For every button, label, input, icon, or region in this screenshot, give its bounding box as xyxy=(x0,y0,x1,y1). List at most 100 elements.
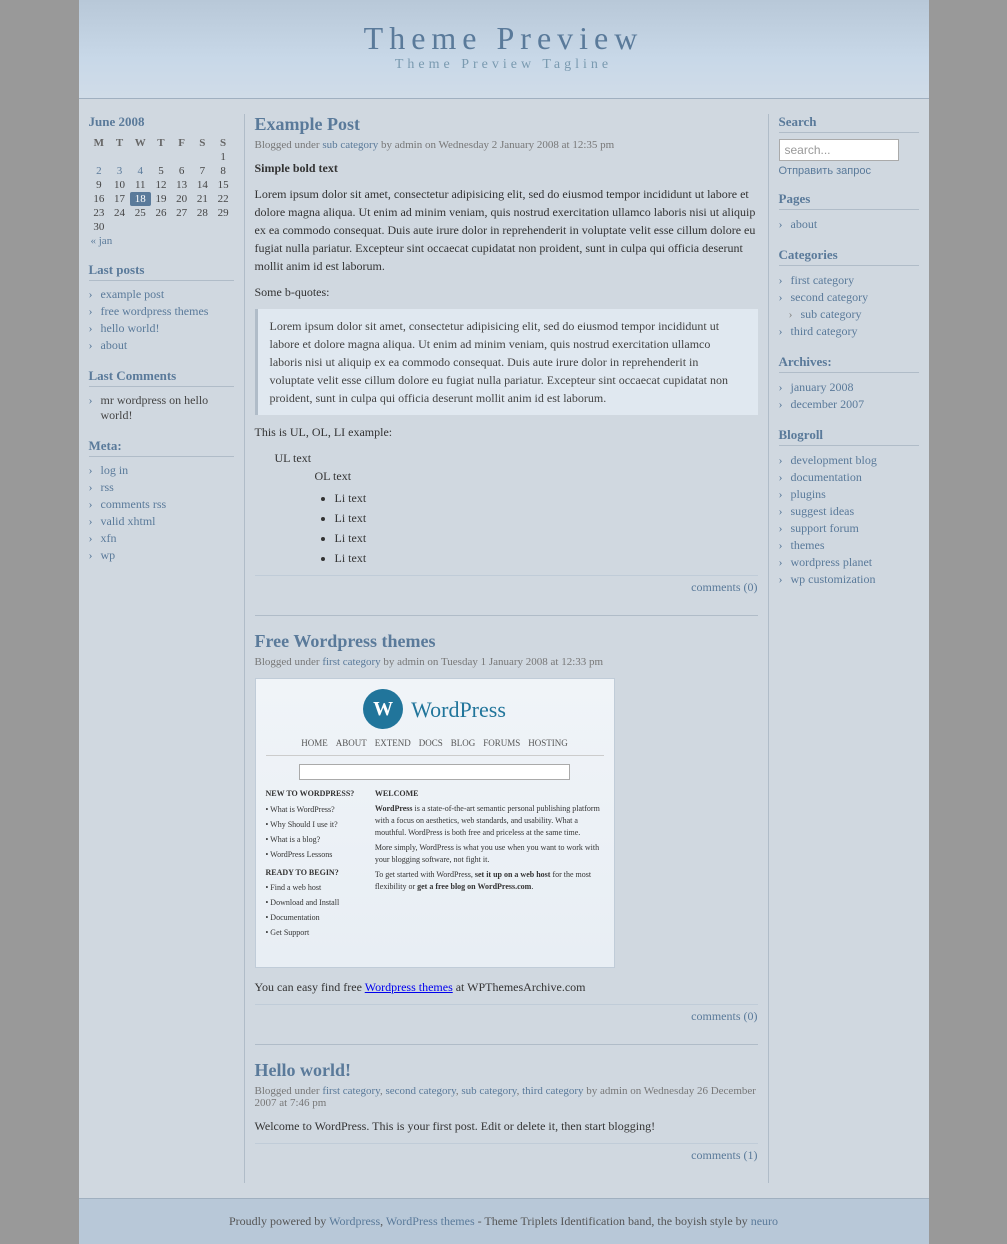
post-body: Welcome to WordPress. This is your first… xyxy=(255,1117,758,1135)
list-item: Li text xyxy=(335,529,758,547)
wp-content-area: NEW TO WORDPRESS? • What is WordPress? •… xyxy=(266,788,604,942)
list-item: hello world! xyxy=(89,320,234,337)
calendar-nav[interactable]: « jan xyxy=(89,234,234,248)
table-row: 3 xyxy=(109,164,130,178)
archives-title: Archives: xyxy=(779,354,919,373)
table-row: 15 xyxy=(213,178,234,192)
table-row: 9 xyxy=(89,178,110,192)
blogroll-list: development blog documentation plugins s… xyxy=(779,452,919,588)
cal-day-s: S xyxy=(192,136,213,150)
list-item: Li text xyxy=(335,489,758,507)
post-category-link[interactable]: first category xyxy=(322,656,380,668)
blogroll-link[interactable]: wordpress planet xyxy=(791,555,873,569)
meta-link[interactable]: wp xyxy=(101,548,116,562)
post-category-link[interactable]: third category xyxy=(522,1085,583,1097)
table-row xyxy=(192,220,213,234)
post-category-link[interactable]: second category xyxy=(385,1085,455,1097)
table-row xyxy=(213,220,234,234)
cal-day-m: M xyxy=(89,136,110,150)
post-title-link[interactable]: Free Wordpress themes xyxy=(255,631,436,651)
post-hello-world: Hello world! Blogged under first categor… xyxy=(255,1060,758,1163)
site-header: Theme Preview Theme Preview Tagline xyxy=(79,0,929,99)
wp-logo-text: WordPress xyxy=(411,693,506,726)
category-link[interactable]: second category xyxy=(791,290,869,304)
category-link[interactable]: third category xyxy=(791,324,858,338)
post-category-link[interactable]: sub category xyxy=(461,1085,516,1097)
meta-link[interactable]: valid xhtml xyxy=(101,514,156,528)
blogroll-link[interactable]: documentation xyxy=(791,470,862,484)
list-item: third category xyxy=(779,323,919,340)
neuro-link[interactable]: neuro xyxy=(751,1214,778,1228)
category-link[interactable]: sub category xyxy=(801,307,862,321)
calendar-section: June 2008 M T W T F S S xyxy=(89,114,234,248)
list-item: rss xyxy=(89,479,234,496)
wp-themes-link[interactable]: WordPress themes xyxy=(386,1214,475,1228)
list-item: free wordpress themes xyxy=(89,303,234,320)
comments-anchor[interactable]: comments (0) xyxy=(691,1009,757,1023)
meta-link[interactable]: xfn xyxy=(101,531,117,545)
pages-list: about xyxy=(779,216,919,233)
list-item: about xyxy=(779,216,919,233)
wordpress-themes-link[interactable]: Wordpress themes xyxy=(365,980,453,994)
table-row xyxy=(89,150,110,164)
table-row: 17 xyxy=(109,192,130,206)
meta-link[interactable]: comments rss xyxy=(101,497,167,511)
post-content: W WordPress HOME ABOUT EXTEND DOCS BLOG xyxy=(255,678,758,996)
last-post-link[interactable]: free wordpress themes xyxy=(101,304,209,318)
table-row: 5 xyxy=(151,164,172,178)
blogroll-link[interactable]: plugins xyxy=(791,487,826,501)
archive-link[interactable]: january 2008 xyxy=(791,380,854,394)
post-category-link[interactable]: first category xyxy=(322,1085,380,1097)
search-button[interactable]: Отправить запрос xyxy=(779,165,871,177)
list-item: log in xyxy=(89,462,234,479)
last-post-link[interactable]: about xyxy=(101,338,128,352)
main-content: Example Post Blogged under sub category … xyxy=(244,114,769,1183)
blogroll-link[interactable]: suggest ideas xyxy=(791,504,855,518)
post-title-link[interactable]: Example Post xyxy=(255,114,361,134)
comments-anchor[interactable]: comments (0) xyxy=(691,580,757,594)
blogroll-link[interactable]: wp customization xyxy=(791,572,876,586)
post-title: Example Post xyxy=(255,114,758,135)
blogroll-link[interactable]: themes xyxy=(791,538,825,552)
pages-title: Pages xyxy=(779,191,919,210)
post-category-link[interactable]: sub category xyxy=(322,139,378,151)
archives-list: january 2008 december 2007 xyxy=(779,379,919,413)
wp-sidebar-mini: NEW TO WORDPRESS? • What is WordPress? •… xyxy=(266,788,367,942)
sidebar-left: June 2008 M T W T F S S xyxy=(79,114,244,1183)
last-posts-section: Last posts example post free wordpress t… xyxy=(89,262,234,354)
archive-link[interactable]: december 2007 xyxy=(791,397,865,411)
post-wp-themes: Free Wordpress themes Blogged under firs… xyxy=(255,631,758,1024)
comments-anchor[interactable]: comments (1) xyxy=(691,1148,757,1162)
blogroll-link[interactable]: support forum xyxy=(791,521,859,535)
table-row: 24 xyxy=(109,206,130,220)
post-divider xyxy=(255,615,758,616)
last-post-link[interactable]: hello world! xyxy=(101,321,160,335)
table-row: 20 xyxy=(171,192,192,206)
cal-day-f: F xyxy=(171,136,192,150)
post-title-link[interactable]: Hello world! xyxy=(255,1060,352,1080)
footer-rest: - Theme Triplets Identification band, th… xyxy=(478,1214,748,1228)
list-item: development blog xyxy=(779,452,919,469)
list-item: support forum xyxy=(779,520,919,537)
table-row: 27 xyxy=(171,206,192,220)
calendar-table: M T W T F S S xyxy=(89,136,234,248)
meta-list: log in rss comments rss valid xhtml xfn … xyxy=(89,462,234,564)
post-body: You can easy find free Wordpress themes … xyxy=(255,978,758,996)
page-link[interactable]: about xyxy=(791,217,818,231)
table-row: 1 xyxy=(213,150,234,164)
list-item: Li text xyxy=(335,509,758,527)
blogroll-link[interactable]: development blog xyxy=(791,453,877,467)
ul-section: UL text OL text Li text Li text Li text … xyxy=(275,449,758,567)
search-input[interactable] xyxy=(779,139,899,161)
category-link[interactable]: first category xyxy=(791,273,855,287)
last-post-link[interactable]: example post xyxy=(101,287,165,301)
pages-section: Pages about xyxy=(779,191,919,233)
wordpress-link[interactable]: Wordpress xyxy=(329,1214,380,1228)
meta-link[interactable]: log in xyxy=(101,463,129,477)
list-item: comments rss xyxy=(89,496,234,513)
meta-link[interactable]: rss xyxy=(101,480,114,494)
table-row: 23 xyxy=(89,206,110,220)
cal-day-s2: S xyxy=(213,136,234,150)
list-item: sub category xyxy=(779,306,919,323)
table-row: 14 xyxy=(192,178,213,192)
